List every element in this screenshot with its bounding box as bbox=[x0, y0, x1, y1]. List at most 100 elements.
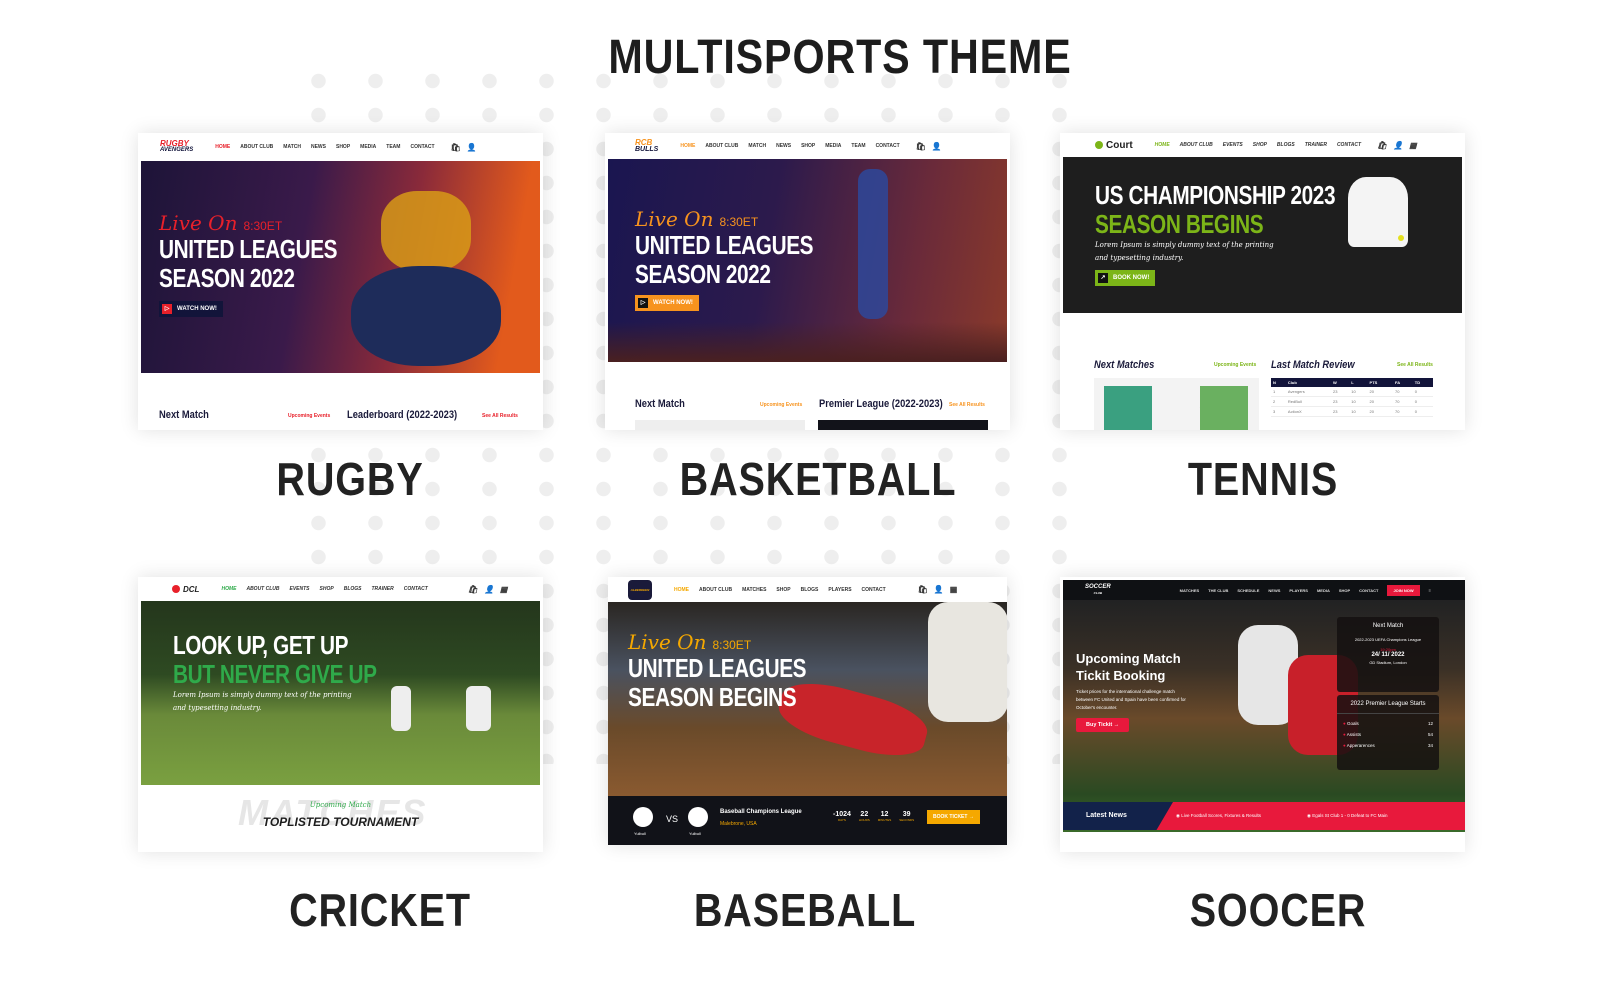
cart-icon[interactable]: 🛍 bbox=[468, 585, 478, 594]
table-cell: 0 bbox=[1412, 387, 1433, 397]
watch-now-button[interactable]: ▷ WATCH NOW! bbox=[159, 301, 223, 317]
table-cell: 0 bbox=[1412, 396, 1433, 407]
nav-news[interactable]: NEWS bbox=[776, 143, 791, 149]
nav-events[interactable]: EVENTS bbox=[1223, 142, 1243, 148]
soccer-preview-card[interactable]: SOCCER CLUB MATCHES THE CLUB SCHEDULE NEW… bbox=[1060, 577, 1465, 852]
nav-contact[interactable]: CONTACT bbox=[1337, 142, 1361, 148]
nav-matches[interactable]: MATCHES bbox=[1180, 588, 1199, 593]
section-title: Next Matches bbox=[1094, 359, 1155, 371]
nav-shop[interactable]: SHOP bbox=[320, 586, 334, 592]
player-photo bbox=[1200, 386, 1248, 430]
book-ticket-button[interactable]: BOOK TICKET → bbox=[927, 810, 980, 824]
results-link[interactable]: See All Results bbox=[482, 413, 518, 419]
table-cell: 10 bbox=[1349, 396, 1368, 407]
nav-about[interactable]: ABOUT CLUB bbox=[240, 144, 273, 150]
nav-home[interactable]: HOME bbox=[674, 587, 689, 593]
section-title: Next Match bbox=[159, 409, 209, 421]
grid-icon[interactable]: ▦ bbox=[500, 585, 508, 594]
nav-trainer[interactable]: TRAINER bbox=[371, 586, 393, 592]
nav-trainer[interactable]: TRAINER bbox=[1305, 142, 1327, 148]
nav-about[interactable]: ABOUT CLUB bbox=[1180, 142, 1213, 148]
table-cell: 1 bbox=[1271, 387, 1286, 397]
cart-icon[interactable]: 🛍 bbox=[1377, 141, 1387, 150]
nav-contact[interactable]: CONTACT bbox=[862, 587, 886, 593]
user-icon[interactable]: 👤 bbox=[932, 142, 942, 151]
watch-now-button[interactable]: ▷ WATCH NOW! bbox=[635, 295, 699, 311]
nav-matches[interactable]: MATCHES bbox=[742, 587, 766, 593]
cart-icon[interactable]: 🛍 bbox=[916, 142, 926, 151]
latest-news-bar: Latest News ◉ Live Football Scores, Fixt… bbox=[1063, 802, 1465, 830]
nav-match[interactable]: MATCH bbox=[283, 144, 301, 150]
menu-icon[interactable]: ≡ bbox=[1429, 588, 1431, 593]
court-logo: Court bbox=[1095, 140, 1133, 151]
nav-media[interactable]: MEDIA bbox=[1317, 588, 1330, 593]
news-item[interactable]: ◉ Egals St Club 1 - 0 Defeat to FC Main bbox=[1307, 813, 1387, 819]
nav-blogs[interactable]: BLOGS bbox=[344, 586, 362, 592]
section-title: TOPLISTED TOURNAMENT bbox=[262, 815, 419, 829]
basketball-preview-card[interactable]: RCB BULLS HOME ABOUT CLUB MATCH NEWS SHOP… bbox=[605, 133, 1010, 430]
grid-icon[interactable]: ▦ bbox=[1409, 141, 1417, 150]
nav-media[interactable]: MEDIA bbox=[825, 143, 841, 149]
nav-news[interactable]: NEWS bbox=[1268, 588, 1280, 593]
table-cell: 20 bbox=[1367, 396, 1394, 407]
nav-shop[interactable]: SHOP bbox=[1253, 142, 1267, 148]
user-icon[interactable]: 👤 bbox=[1393, 141, 1403, 150]
nav-contact[interactable]: CONTACT bbox=[876, 143, 900, 149]
rugby-logo: RUGBY AVENGERS bbox=[160, 139, 194, 154]
nav-shop[interactable]: SHOP bbox=[776, 587, 790, 593]
table-cell: RedBull bbox=[1285, 396, 1331, 407]
user-icon[interactable]: 👤 bbox=[467, 143, 477, 152]
stat-row: ● Apperarences 34 bbox=[1343, 743, 1433, 748]
join-now-button[interactable]: JOIN NOW bbox=[1387, 584, 1420, 596]
tennis-preview-card[interactable]: Court HOME ABOUT CLUB EVENTS SHOP BLOGS … bbox=[1060, 133, 1465, 430]
baseball-preview-card[interactable]: ALBERDEEN HOME ABOUT CLUB MATCHES SHOP B… bbox=[608, 577, 1007, 845]
table-header: PTS bbox=[1367, 378, 1394, 387]
upcoming-link[interactable]: Upcoming Events bbox=[288, 413, 330, 419]
nav-club[interactable]: THE CLUB bbox=[1208, 588, 1228, 593]
section-title: Next Match bbox=[635, 398, 685, 410]
baseball-hero: Live On 8:30ET UNITED LEAGUES SEASON BEGI… bbox=[608, 602, 1007, 796]
nav-contact[interactable]: CONTACT bbox=[404, 586, 428, 592]
nav-news[interactable]: NEWS bbox=[311, 144, 326, 150]
nav-team[interactable]: TEAM bbox=[851, 143, 865, 149]
nav-events[interactable]: EVENTS bbox=[290, 586, 310, 592]
nav-media[interactable]: MEDIA bbox=[360, 144, 376, 150]
nav-about[interactable]: ABOUT CLUB bbox=[705, 143, 738, 149]
cart-icon[interactable]: 🛍 bbox=[918, 585, 928, 594]
nav-home[interactable]: HOME bbox=[215, 144, 230, 150]
nav-match[interactable]: MATCH bbox=[748, 143, 766, 149]
rugby-preview-card[interactable]: RUGBY AVENGERS HOME ABOUT CLUB MATCH NEWS… bbox=[138, 133, 543, 430]
label-soccer: SOOCER bbox=[1189, 884, 1367, 936]
upcoming-link[interactable]: Upcoming Events bbox=[760, 402, 802, 408]
book-now-button[interactable]: ↗ BOOK NOW! bbox=[1095, 270, 1156, 286]
results-link[interactable]: See All Results bbox=[949, 402, 985, 408]
results-link[interactable]: See All Results bbox=[1397, 362, 1433, 368]
nav-contact[interactable]: CONTACT bbox=[410, 144, 434, 150]
user-icon[interactable]: 👤 bbox=[484, 585, 494, 594]
nav-contact[interactable]: CONTACT bbox=[1359, 588, 1378, 593]
cart-icon[interactable]: 🛍 bbox=[451, 143, 461, 152]
user-icon[interactable]: 👤 bbox=[934, 585, 944, 594]
nav-shop[interactable]: SHOP bbox=[1339, 588, 1350, 593]
buy-ticket-button[interactable]: Buy Tickit → bbox=[1076, 718, 1130, 732]
nav-home[interactable]: HOME bbox=[221, 586, 236, 592]
cricket-preview-card[interactable]: DCL HOME ABOUT CLUB EVENTS SHOP BLOGS TR… bbox=[138, 577, 543, 852]
nav-shop[interactable]: SHOP bbox=[336, 144, 350, 150]
upcoming-link[interactable]: Upcoming Events bbox=[1214, 362, 1256, 368]
grid-icon[interactable]: ▦ bbox=[950, 585, 958, 594]
nav-blogs[interactable]: BLOGS bbox=[1277, 142, 1295, 148]
nav-players[interactable]: PLAYERS bbox=[828, 587, 851, 593]
table-cell: 70 bbox=[1393, 396, 1413, 407]
news-item[interactable]: ◉ Live Football Scores, Fixtures & Resul… bbox=[1176, 813, 1261, 819]
nav-about[interactable]: ABOUT CLUB bbox=[246, 586, 279, 592]
nav-blogs[interactable]: BLOGS bbox=[801, 587, 819, 593]
rugby-hero: Live On 8:30ET UNITED LEAGUES SEASON 2022… bbox=[141, 161, 540, 373]
nav-home[interactable]: HOME bbox=[1155, 142, 1170, 148]
nav-schedule[interactable]: SCHEDULE bbox=[1237, 588, 1259, 593]
nav-about[interactable]: ABOUT CLUB bbox=[699, 587, 732, 593]
table-cell: 23 bbox=[1330, 406, 1350, 417]
nav-players[interactable]: PLAYERS bbox=[1289, 588, 1308, 593]
nav-shop[interactable]: SHOP bbox=[801, 143, 815, 149]
nav-home[interactable]: HOME bbox=[680, 143, 695, 149]
nav-team[interactable]: TEAM bbox=[386, 144, 400, 150]
